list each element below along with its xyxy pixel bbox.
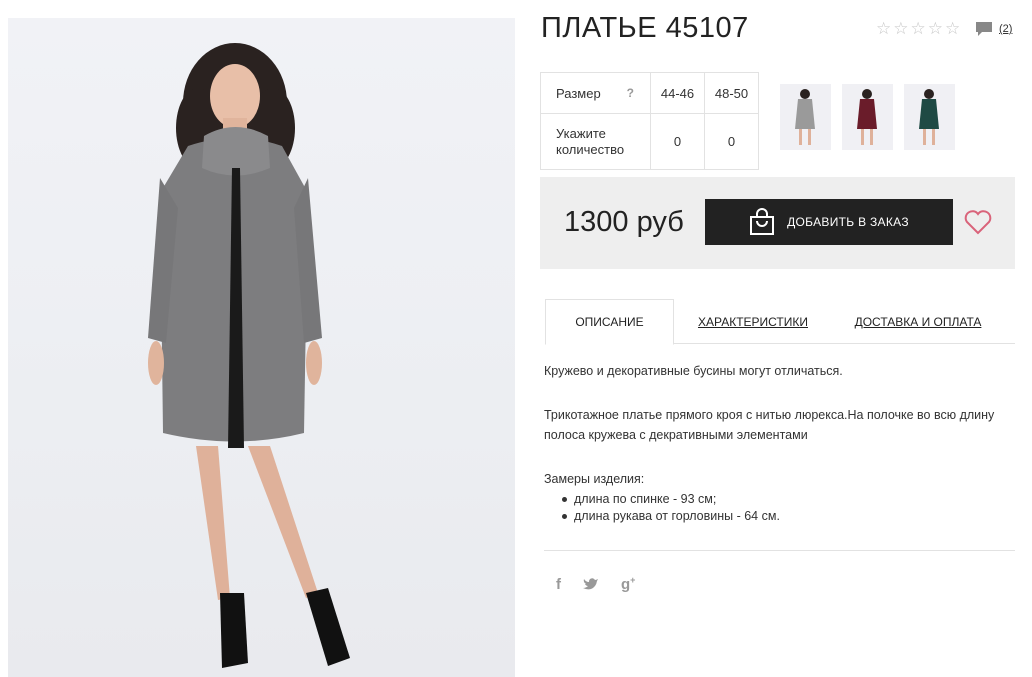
rating-stars[interactable]: ☆ ☆ ☆ ☆ ☆ — [876, 20, 960, 37]
thumbnail-green[interactable] — [904, 84, 955, 150]
comment-icon — [976, 22, 992, 36]
social-share: f g+ — [556, 575, 635, 593]
size-option: 48-50 — [704, 72, 759, 114]
facebook-icon[interactable]: f — [556, 576, 561, 593]
comment-count[interactable]: (2) — [999, 23, 1012, 35]
quantity-label: Укажите количество — [540, 113, 651, 170]
measures-title: Замеры изделия: — [544, 472, 645, 486]
tab-delivery-payment[interactable]: ДОСТАВКА И ОПЛАТА — [843, 299, 993, 344]
product-tabs: ОПИСАНИЕ ХАРАКТЕРИСТИКИ ДОСТАВКА И ОПЛАТ… — [545, 299, 1015, 345]
star-icon[interactable]: ☆ — [945, 20, 960, 37]
quantity-input[interactable]: 0 — [704, 113, 759, 170]
thumbnail-grey[interactable] — [780, 84, 831, 150]
shopping-bag-icon — [750, 208, 775, 235]
size-option: 44-46 — [650, 72, 705, 114]
comments-link[interactable]: (2) — [975, 21, 1012, 37]
size-label-cell: Размер ? — [540, 72, 651, 114]
star-icon[interactable]: ☆ — [928, 20, 943, 37]
tab-characteristics[interactable]: ХАРАКТЕРИСТИКИ — [674, 299, 832, 344]
measures-list: длина по спинке - 93 см; длина рукава от… — [544, 491, 1014, 525]
google-plus-icon[interactable]: g+ — [621, 575, 635, 593]
product-title: ПЛАТЬЕ 45107 — [541, 12, 749, 44]
star-icon[interactable]: ☆ — [876, 20, 891, 37]
description-paragraph: Кружево и декоративные бусины могут отли… — [544, 364, 843, 378]
thumbnail-burgundy[interactable] — [842, 84, 893, 150]
purchase-panel: 1300 руб ДОБАВИТЬ В ЗАКАЗ — [540, 177, 1015, 269]
description-paragraph: Трикотажное платье прямого кроя с нитью … — [544, 408, 995, 442]
add-to-order-label: ДОБАВИТЬ В ЗАКАЗ — [787, 215, 909, 229]
divider — [544, 550, 1015, 551]
size-help-icon[interactable]: ? — [627, 86, 634, 100]
product-price: 1300 руб — [564, 206, 684, 238]
add-to-order-button[interactable]: ДОБАВИТЬ В ЗАКАЗ — [705, 199, 953, 245]
list-item: длина по спинке - 93 см; — [562, 491, 1014, 508]
size-table: Размер ? 44-46 48-50 Укажите количество … — [540, 72, 759, 170]
product-page: ПЛАТЬЕ 45107 ☆ ☆ ☆ ☆ ☆ (2) Размер ? 44-4… — [0, 0, 1032, 677]
star-icon[interactable]: ☆ — [911, 20, 926, 37]
twitter-icon[interactable] — [583, 577, 599, 591]
product-main-image[interactable] — [8, 18, 515, 677]
star-icon[interactable]: ☆ — [893, 20, 908, 37]
size-label: Размер — [556, 85, 601, 101]
heart-icon[interactable] — [964, 209, 992, 235]
quantity-input[interactable]: 0 — [650, 113, 705, 170]
tab-description[interactable]: ОПИСАНИЕ — [545, 299, 674, 345]
product-description: Кружево и декоративные бусины могут отли… — [544, 361, 1014, 525]
list-item: длина рукава от горловины - 64 см. — [562, 508, 1014, 525]
